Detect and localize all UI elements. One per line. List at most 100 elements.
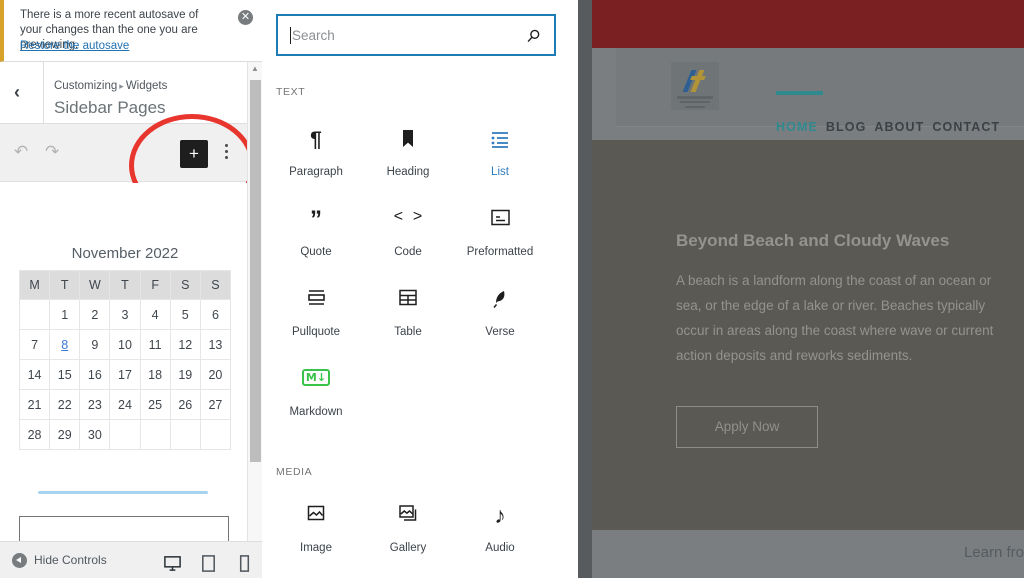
search-placeholder: Search: [292, 28, 335, 43]
calendar-day: 14: [18, 359, 51, 390]
block-item-markdown[interactable]: M↓ Markdown: [270, 358, 362, 438]
calendar-day-link[interactable]: 8: [61, 338, 68, 352]
redo-icon[interactable]: ↷: [45, 142, 59, 162]
pilcrow-icon: ¶: [310, 128, 322, 151]
tablet-preview-button[interactable]: [191, 550, 225, 578]
calendar-day: 17: [109, 359, 141, 390]
feather-icon: [454, 288, 546, 314]
block-item-image[interactable]: Image: [270, 494, 362, 574]
quote-icon: ”: [310, 206, 322, 233]
section-label-media: MEDIA: [276, 466, 313, 478]
block-item-table[interactable]: Table: [362, 278, 454, 358]
text-cursor: [290, 27, 291, 44]
block-insertion-indicator: [38, 491, 208, 494]
calendar-title: November 2022: [71, 245, 179, 262]
block-label: Gallery: [389, 542, 427, 554]
calendar-weekday: F: [139, 270, 171, 300]
block-grid-text: ¶ Paragraph Heading List ” Quote < > Cod…: [270, 118, 570, 438]
calendar-day: 18: [139, 359, 171, 390]
block-item-gallery[interactable]: Gallery: [362, 494, 454, 574]
customizer-screen: There is a more recent autosave of your …: [0, 0, 1024, 578]
block-item-paragraph[interactable]: ¶ Paragraph: [270, 118, 362, 198]
calendar-day: 30: [79, 419, 111, 450]
block-item-heading[interactable]: Heading: [362, 118, 454, 198]
next-section-heading: Learn fro: [963, 544, 1024, 561]
calendar-day: 3: [109, 299, 141, 330]
back-button[interactable]: ‹: [0, 62, 44, 123]
block-label: List: [491, 166, 509, 178]
nav-item-blog[interactable]: BLOG: [826, 120, 867, 134]
customizer-scrollbar[interactable]: ▲ ▼: [247, 62, 262, 550]
calendar-row: 1 2 3 4 5 6: [18, 299, 232, 330]
scrollbar-thumb[interactable]: [250, 80, 261, 462]
block-label: Paragraph: [289, 166, 343, 178]
gallery-icon: [362, 504, 454, 530]
calendar-day: [199, 419, 232, 450]
calendar-weekday: S: [199, 270, 232, 300]
nav-item-home[interactable]: HOME: [776, 120, 818, 134]
block-label: Audio: [485, 542, 515, 554]
block-item-preformatted[interactable]: Preformatted: [454, 198, 546, 278]
calendar-day: 12: [169, 329, 201, 360]
desktop-icon: [164, 556, 181, 571]
calendar-day: 6: [199, 299, 232, 330]
block-label: Verse: [485, 326, 515, 338]
image-icon: [270, 504, 362, 530]
hide-controls-button[interactable]: Hide Controls: [34, 553, 107, 567]
block-label: Quote: [300, 246, 332, 258]
search-icon: [527, 29, 540, 43]
search-input[interactable]: Search: [276, 14, 556, 56]
calendar-day: 23: [79, 389, 111, 420]
calendar-day: 15: [49, 359, 81, 390]
calendar-day: 27: [199, 389, 232, 420]
block-label: Code: [394, 246, 422, 258]
nav-item-contact[interactable]: CONTACT: [932, 120, 1000, 134]
nav-item-about[interactable]: ABOUT: [874, 120, 924, 134]
block-item-list[interactable]: List: [454, 118, 546, 198]
scroll-up-icon[interactable]: ▲: [251, 64, 259, 73]
block-item-code[interactable]: < > Code: [362, 198, 454, 278]
hero-section: Beyond Beach and Cloudy Waves A beach is…: [592, 140, 1024, 530]
kebab-menu-icon[interactable]: [220, 141, 232, 167]
calendar-weekday: T: [109, 270, 141, 300]
mobile-preview-button[interactable]: [227, 550, 261, 578]
breadcrumb-current: Widgets: [125, 80, 168, 92]
calendar-day: 7: [18, 329, 51, 360]
breadcrumb-root[interactable]: Customizing: [54, 80, 117, 92]
add-block-button[interactable]: +: [180, 140, 208, 168]
mobile-icon: [239, 555, 250, 572]
block-label: Image: [300, 542, 332, 554]
calendar-weekday: S: [169, 270, 201, 300]
block-item-pullquote[interactable]: Pullquote: [270, 278, 362, 358]
calendar-widget: November 2022 M T W T F S S 1 2 3 4 5 6 …: [0, 183, 250, 450]
apply-now-button[interactable]: Apply Now: [676, 406, 818, 448]
calendar-day: 29: [49, 419, 81, 450]
calendar-day: 24: [109, 389, 141, 420]
restore-autosave-link[interactable]: Restore the autosave: [20, 40, 129, 52]
site-logo[interactable]: [671, 62, 719, 110]
calendar-weekday: T: [49, 270, 81, 300]
calendar-day: 28: [18, 419, 51, 450]
block-item-audio[interactable]: ♪ Audio: [454, 494, 546, 574]
block-item-verse[interactable]: Verse: [454, 278, 546, 358]
close-icon[interactable]: ✕: [238, 10, 253, 25]
section-label-text: TEXT: [276, 86, 306, 98]
desktop-preview-button[interactable]: [155, 550, 189, 578]
calendar-row: 21 22 23 24 25 26 27: [18, 389, 232, 420]
breadcrumb: Customizing ▸ Widgets: [54, 80, 167, 92]
block-item-quote[interactable]: ” Quote: [270, 198, 362, 278]
preview-next-section: Learn fro: [592, 530, 1024, 578]
calendar-day: 21: [18, 389, 51, 420]
calendar-table: M T W T F S S 1 2 3 4 5 6 7 8 9 10 11 12…: [18, 270, 232, 450]
calendar-day-today[interactable]: 8: [49, 329, 81, 360]
preview-left-edge: [578, 0, 592, 578]
collapse-arrow-icon[interactable]: [12, 553, 27, 568]
calendar-day: [18, 299, 51, 330]
calendar-row: 7 8 9 10 11 12 13: [18, 329, 232, 360]
calendar-day: 1: [49, 299, 81, 330]
block-label: Table: [394, 326, 422, 338]
calendar-day: 19: [169, 359, 201, 390]
pullquote-icon: [270, 288, 362, 314]
undo-icon[interactable]: ↶: [14, 142, 28, 162]
site-nav: HOME BLOG ABOUT CONTACT: [776, 120, 1008, 134]
